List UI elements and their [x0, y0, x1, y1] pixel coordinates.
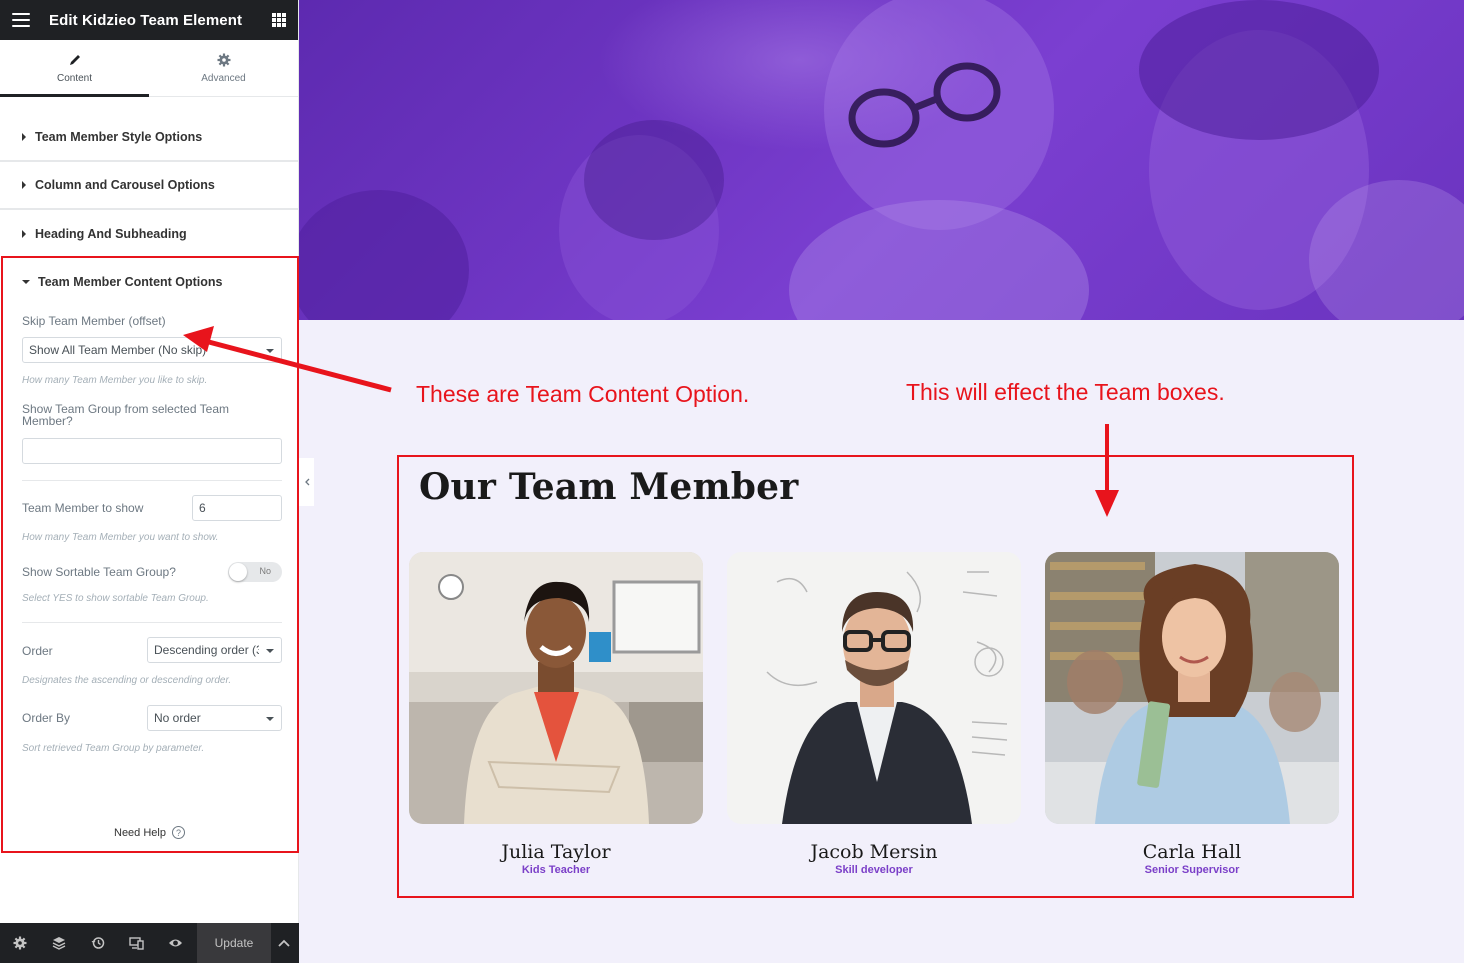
team-section-title: Our Team Member: [419, 466, 799, 508]
team-card-image[interactable]: [1045, 552, 1339, 824]
member-role: Senior Supervisor: [1144, 864, 1240, 876]
member-photo: [727, 552, 1021, 824]
member-name: Carla Hall: [1142, 841, 1242, 863]
arrow-down-annotation: [1095, 424, 1119, 517]
member-name: Julia Taylor: [501, 841, 611, 863]
team-card-image[interactable]: [409, 552, 703, 824]
annotation-text-right: This will effect the Team boxes.: [906, 379, 1225, 405]
member-photo: [1045, 552, 1339, 824]
arrow-left-annotation: [183, 326, 392, 393]
member-photo: [409, 552, 703, 824]
member-name: Jacob Mersin: [810, 841, 938, 863]
member-role: Skill developer: [835, 864, 913, 876]
member-role: Kids Teacher: [521, 864, 591, 876]
annotation-text-left: These are Team Content Option.: [416, 381, 750, 407]
team-card-image[interactable]: [727, 552, 1021, 824]
